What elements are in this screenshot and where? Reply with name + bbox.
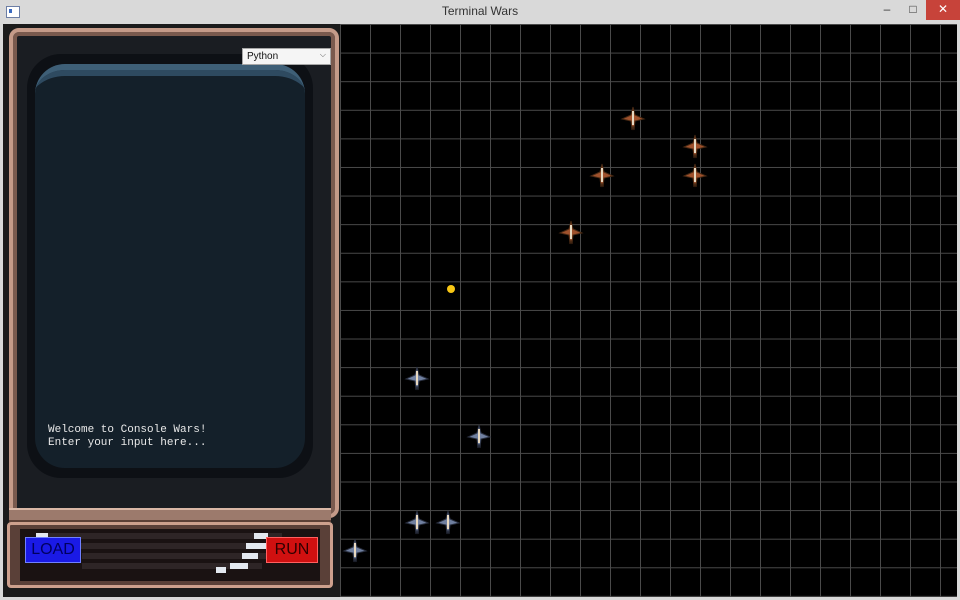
target-marker[interactable] xyxy=(447,285,456,293)
enemy-ship-icon[interactable] xyxy=(682,134,708,160)
keyboard-key xyxy=(230,563,248,569)
title-bar: Terminal Wars – □ ✕ xyxy=(0,0,960,25)
enemy-ship-icon[interactable] xyxy=(589,163,615,189)
console-panel: Welcome to Console Wars! Enter your inpu… xyxy=(3,24,340,597)
player-ship-icon[interactable] xyxy=(404,510,430,536)
enemy-ship-icon[interactable] xyxy=(558,220,584,246)
crt-monitor: Welcome to Console Wars! Enter your inpu… xyxy=(9,28,339,518)
enemy-ship-icon[interactable] xyxy=(620,106,646,132)
battlefield-grid[interactable] xyxy=(340,24,957,597)
player-ship-icon[interactable] xyxy=(466,424,492,450)
load-button[interactable]: LOAD xyxy=(25,537,81,563)
monitor-neck xyxy=(9,508,331,522)
close-button[interactable]: ✕ xyxy=(926,0,960,20)
language-select-value: Python xyxy=(247,51,279,62)
keyboard-key xyxy=(242,553,258,559)
console-screen[interactable]: Welcome to Console Wars! Enter your inpu… xyxy=(35,64,305,468)
run-button[interactable]: RUN xyxy=(266,537,318,563)
keyboard-key xyxy=(246,543,268,549)
player-ship-icon[interactable] xyxy=(342,538,369,564)
chevron-down-icon: ⌵ xyxy=(319,50,326,59)
console-output[interactable]: Welcome to Console Wars! Enter your inpu… xyxy=(48,424,206,450)
player-ship-icon[interactable] xyxy=(435,510,461,536)
enemy-ship-icon[interactable] xyxy=(682,163,708,189)
monitor-bezel: Welcome to Console Wars! Enter your inpu… xyxy=(27,54,313,478)
grid-lines xyxy=(340,24,957,597)
language-select[interactable]: Python ⌵ xyxy=(242,48,331,65)
window-title: Terminal Wars xyxy=(441,4,519,18)
minimize-button[interactable]: – xyxy=(874,0,900,20)
keyboard-key xyxy=(216,567,226,573)
maximize-button[interactable]: □ xyxy=(900,0,926,20)
player-ship-icon[interactable] xyxy=(404,366,430,392)
